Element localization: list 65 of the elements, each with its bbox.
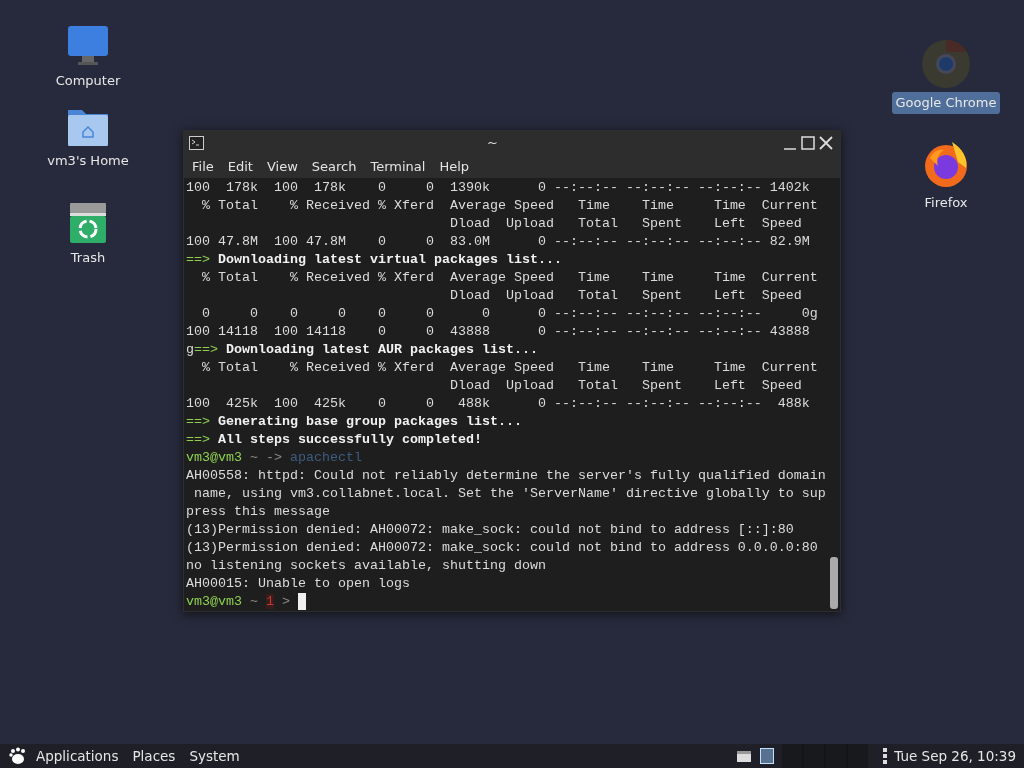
foot-icon [8,747,28,765]
terminal-line: Dload Upload Total Spent Left Speed [448,377,803,395]
menu-item[interactable]: Help [432,156,477,177]
prompt-user: vm3@vm3 [186,594,242,609]
prompt-arrow: > [282,594,290,609]
scrollbar-thumb[interactable] [830,557,838,609]
icon-label[interactable]: Trash [66,247,110,269]
terminal-icon [189,135,204,150]
step-marker: ==> [194,342,218,357]
maximize-icon [801,135,815,150]
terminal-line: 100 178k 100 178k 0 0 1390k 0 --:--:-- --:--:-- --:--:-- 1402k [186,179,811,197]
terminal-line: AH00015: Unable to open logs [186,575,411,593]
close-button[interactable] [817,135,835,150]
step-marker: ==> [186,414,210,429]
prompt-directory: ~ [250,450,258,465]
menu-item[interactable]: Terminal [363,156,433,177]
icon-label[interactable]: Firefox [920,192,972,214]
show-desktop-icon[interactable] [736,749,753,763]
clock[interactable]: Tue Sep 26, 10:39 [894,745,1016,767]
menu-item[interactable]: Edit [220,156,260,177]
terminal-line: 100 14118 100 14118 0 0 43888 0 --:--:-- --:--:-- --:--:-- 43888 [186,323,811,341]
terminal-line: 0 0 0 0 0 0 0 0 --:--:-- --:--:-- --:--:-- 0g [201,305,819,323]
terminal-line: Dload Upload Total Spent Left Speed [448,215,803,233]
step-message: All steps successfully completed! [218,432,482,447]
window-button[interactable] [760,748,775,764]
exit-status: 1 [266,594,274,609]
terminal-line: 100 47.8M 100 47.8M 0 0 83.0M 0 --:--:-- --:--:-- --:--:-- 82.9M [186,233,811,251]
workspace-switcher[interactable] [782,744,869,768]
terminal-line: (13)Permission denied: AH00072: make_sock: could not bind to address 0.0.0.0:80 [186,539,819,557]
terminal-line: (13)Permission denied: AH00072: make_sock: could not bind to address [::]:80 [186,521,795,539]
prompt-directory: ~ [250,594,258,609]
applications-menu[interactable]: Applications [8,745,119,767]
icon-label[interactable]: Computer [51,70,125,92]
menu-item[interactable]: Search [304,156,364,177]
monitor-icon[interactable] [66,26,110,66]
icon-label[interactable]: Google Chrome [891,92,1001,114]
terminal-line: AH00558: httpd: Could not reliably determine the server's fully qualified domain [186,467,827,485]
terminal-line: % Total % Received % Xferd Average Speed Time Time Time Current [201,197,819,215]
fox-globe-icon[interactable] [922,140,970,188]
command-text: apachectl [290,450,362,465]
terminal-line: % Total % Received % Xferd Average Speed Time Time Time Current [201,269,819,287]
output-text: g [186,342,194,357]
drag-handle-icon[interactable] [882,748,889,764]
panel-menu[interactable]: System [189,745,240,767]
icon-label[interactable]: vm3's Home [43,150,133,172]
window-title: ~ [486,133,499,152]
step-marker: ==> [186,252,210,267]
step-marker: ==> [186,432,210,447]
terminal-line: Dload Upload Total Spent Left Speed [448,287,803,305]
step-message: Downloading latest virtual packages list... [218,252,562,267]
terminal-line: press this message [186,503,331,521]
panel-menu[interactable]: Places [132,745,176,767]
prompt-arrow: -> [266,450,282,465]
minimize-icon [783,147,797,150]
step-message: Downloading latest AUR packages list... [226,342,538,357]
terminal-line: % Total % Received % Xferd Average Speed Time Time Time Current [201,359,819,377]
prompt-user: vm3@vm3 [186,450,242,465]
menu-item[interactable]: File [185,156,221,177]
terminal-line: no listening sockets available, shutting down [186,557,547,575]
close-icon [819,135,833,150]
terminal-line: 100 425k 100 425k 0 0 488k 0 --:--:-- --:--:-- --:--:-- 488k [186,395,811,413]
step-message: Generating base group packages list... [218,414,522,429]
maximize-button[interactable] [799,135,817,150]
terminal-line: name, using vm3.collabnet.local. Set the 'ServerName' directive globally to sup [193,485,827,503]
menu-item[interactable]: View [259,156,305,177]
